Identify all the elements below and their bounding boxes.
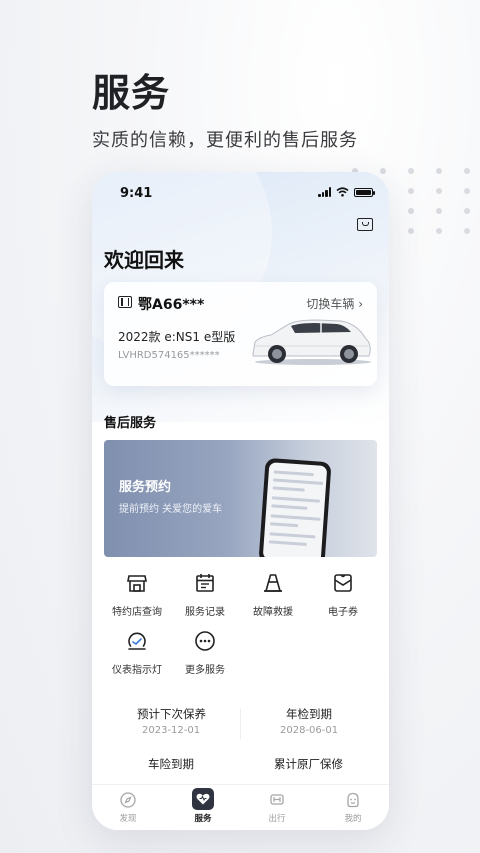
tab-label: 出行 bbox=[268, 814, 286, 824]
chevron-right-icon: › bbox=[358, 297, 363, 311]
store-icon bbox=[127, 575, 147, 592]
vehicle-card[interactable]: 鄂A66*** 切换车辆 › 2022款 e:NS1 e型版 LVHRD5741… bbox=[104, 282, 377, 386]
calendar-icon bbox=[196, 574, 214, 592]
tab-service[interactable]: 服务 bbox=[178, 788, 228, 824]
banner-title: 服务预约 bbox=[119, 480, 172, 495]
more-icon bbox=[195, 631, 215, 651]
service-dealer-search[interactable]: 特约店查询 bbox=[102, 572, 172, 618]
banner-subtitle: 提前预约 关爱您的爱车 bbox=[119, 504, 223, 515]
service-records[interactable]: 服务记录 bbox=[170, 572, 240, 618]
tab-profile[interactable]: 我的 bbox=[328, 791, 378, 824]
car-icon bbox=[270, 794, 284, 805]
service-roadside-rescue[interactable]: 故障救援 bbox=[238, 572, 308, 618]
status-icons bbox=[318, 187, 375, 197]
service-label: 仪表指示灯 bbox=[112, 665, 162, 676]
phone-illustration bbox=[258, 457, 332, 557]
promo-headline: 服务 bbox=[92, 71, 171, 115]
signal-icon bbox=[318, 187, 331, 197]
vehicle-plate: 鄂A66*** bbox=[138, 297, 205, 313]
service-coupons[interactable]: 电子券 bbox=[308, 572, 378, 618]
tab-travel[interactable]: 出行 bbox=[252, 791, 302, 824]
insurance-due-label: 车险到期 bbox=[148, 757, 194, 771]
service-label: 故障救援 bbox=[253, 607, 293, 618]
inspection-due-value: 2028-06-01 bbox=[280, 725, 339, 736]
vehicle-vin: LVHRD574165****** bbox=[118, 350, 220, 361]
message-icon[interactable] bbox=[357, 218, 373, 231]
service-label: 特约店查询 bbox=[112, 607, 162, 618]
info-divider bbox=[240, 709, 241, 739]
phone-mockup: 9:41 欢迎回来 鄂A66*** 切换车辆 › 2022款 e:NS1 e型版… bbox=[92, 172, 389, 830]
tab-label: 发现 bbox=[119, 814, 137, 824]
switch-vehicle-label: 切换车辆 bbox=[306, 297, 355, 311]
wifi-icon bbox=[336, 187, 349, 197]
status-time: 9:41 bbox=[120, 186, 153, 201]
service-booking-banner[interactable]: 服务预约 提前预约 关爱您的爱车 bbox=[104, 440, 377, 557]
compass-icon bbox=[120, 792, 136, 808]
next-maintenance-value: 2023-12-01 bbox=[142, 725, 201, 736]
welcome-title: 欢迎回来 bbox=[104, 248, 184, 272]
service-label: 电子券 bbox=[328, 607, 358, 618]
inspection-due-label: 年检到期 bbox=[286, 707, 332, 721]
bottom-tabbar: 发现 服务 出行 我的 bbox=[92, 784, 389, 830]
next-maintenance-label: 预计下次保养 bbox=[137, 707, 206, 721]
coupon-icon bbox=[334, 574, 352, 592]
tab-label: 我的 bbox=[344, 814, 362, 824]
aftersales-title: 售后服务 bbox=[104, 416, 157, 431]
promo-subline: 实质的信赖，更便利的售后服务 bbox=[92, 130, 358, 151]
battery-icon bbox=[354, 187, 375, 197]
car-image bbox=[252, 319, 371, 365]
gauge-icon bbox=[128, 632, 146, 650]
service-dashboard-lights[interactable]: 仪表指示灯 bbox=[102, 630, 172, 676]
cone-icon bbox=[264, 574, 282, 592]
service-more[interactable]: 更多服务 bbox=[170, 630, 240, 676]
switch-vehicle-link[interactable]: 切换车辆 › bbox=[306, 295, 363, 312]
service-heart-icon bbox=[192, 788, 214, 810]
warranty-total-label: 累计原厂保修 bbox=[274, 757, 343, 771]
service-label: 更多服务 bbox=[185, 665, 225, 676]
tab-label: 服务 bbox=[194, 814, 212, 824]
service-label: 服务记录 bbox=[185, 607, 225, 618]
profile-icon bbox=[347, 792, 359, 808]
vehicle-model: 2022款 e:NS1 e型版 bbox=[118, 330, 236, 344]
tab-discover[interactable]: 发现 bbox=[103, 791, 153, 824]
brand-logo-icon bbox=[118, 296, 132, 308]
